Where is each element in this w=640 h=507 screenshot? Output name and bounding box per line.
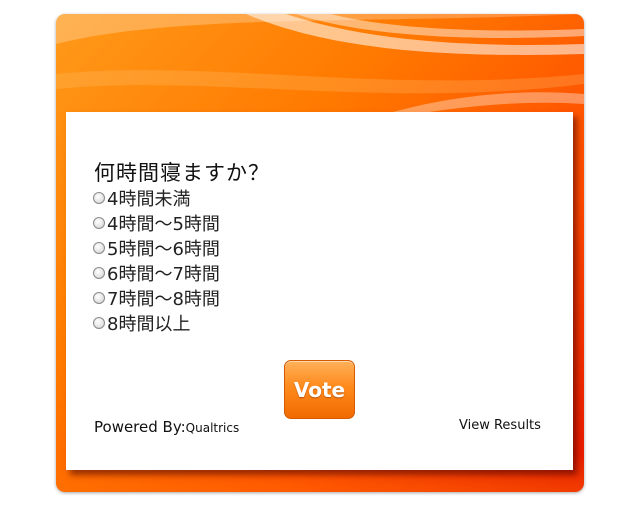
poll-option[interactable]: 8時間以上 (93, 310, 220, 335)
vote-button[interactable]: Vote (284, 360, 355, 419)
poll-option[interactable]: 4時間～5時間 (93, 210, 220, 235)
radio-button[interactable] (93, 291, 105, 304)
qualtrics-brand: Qualtrics (185, 421, 240, 435)
poll-option-label: 4時間未満 (107, 188, 191, 210)
poll-option-label: 6時間～7時間 (107, 263, 220, 285)
radio-button[interactable] (93, 241, 105, 254)
poll-option-label: 5時間～6時間 (107, 238, 220, 260)
poll-option-label: 4時間～5時間 (107, 213, 220, 235)
poll-question: 何時間寝ますか？ (94, 161, 270, 185)
poll-option[interactable]: 7時間～8時間 (93, 285, 220, 310)
poll-option-label: 8時間以上 (107, 313, 191, 335)
poll-option-label: 7時間～8時間 (107, 288, 220, 310)
view-results-link[interactable]: View Results (459, 418, 541, 433)
radio-button[interactable] (93, 216, 105, 229)
poll-options-list: 4時間未満 4時間～5時間 5時間～6時間 6時間～7時間 7時間～8時間 8時… (93, 185, 220, 335)
poll-option[interactable]: 5時間～6時間 (93, 235, 220, 260)
poll-option[interactable]: 4時間未満 (93, 185, 220, 210)
poll-option[interactable]: 6時間～7時間 (93, 260, 220, 285)
powered-by: Powered By:Qualtrics (94, 418, 239, 436)
powered-by-label: Powered By: (94, 418, 186, 436)
radio-button[interactable] (93, 191, 105, 204)
header-swoosh-graphic (56, 14, 584, 114)
radio-button[interactable] (93, 266, 105, 279)
radio-button[interactable] (93, 316, 105, 329)
